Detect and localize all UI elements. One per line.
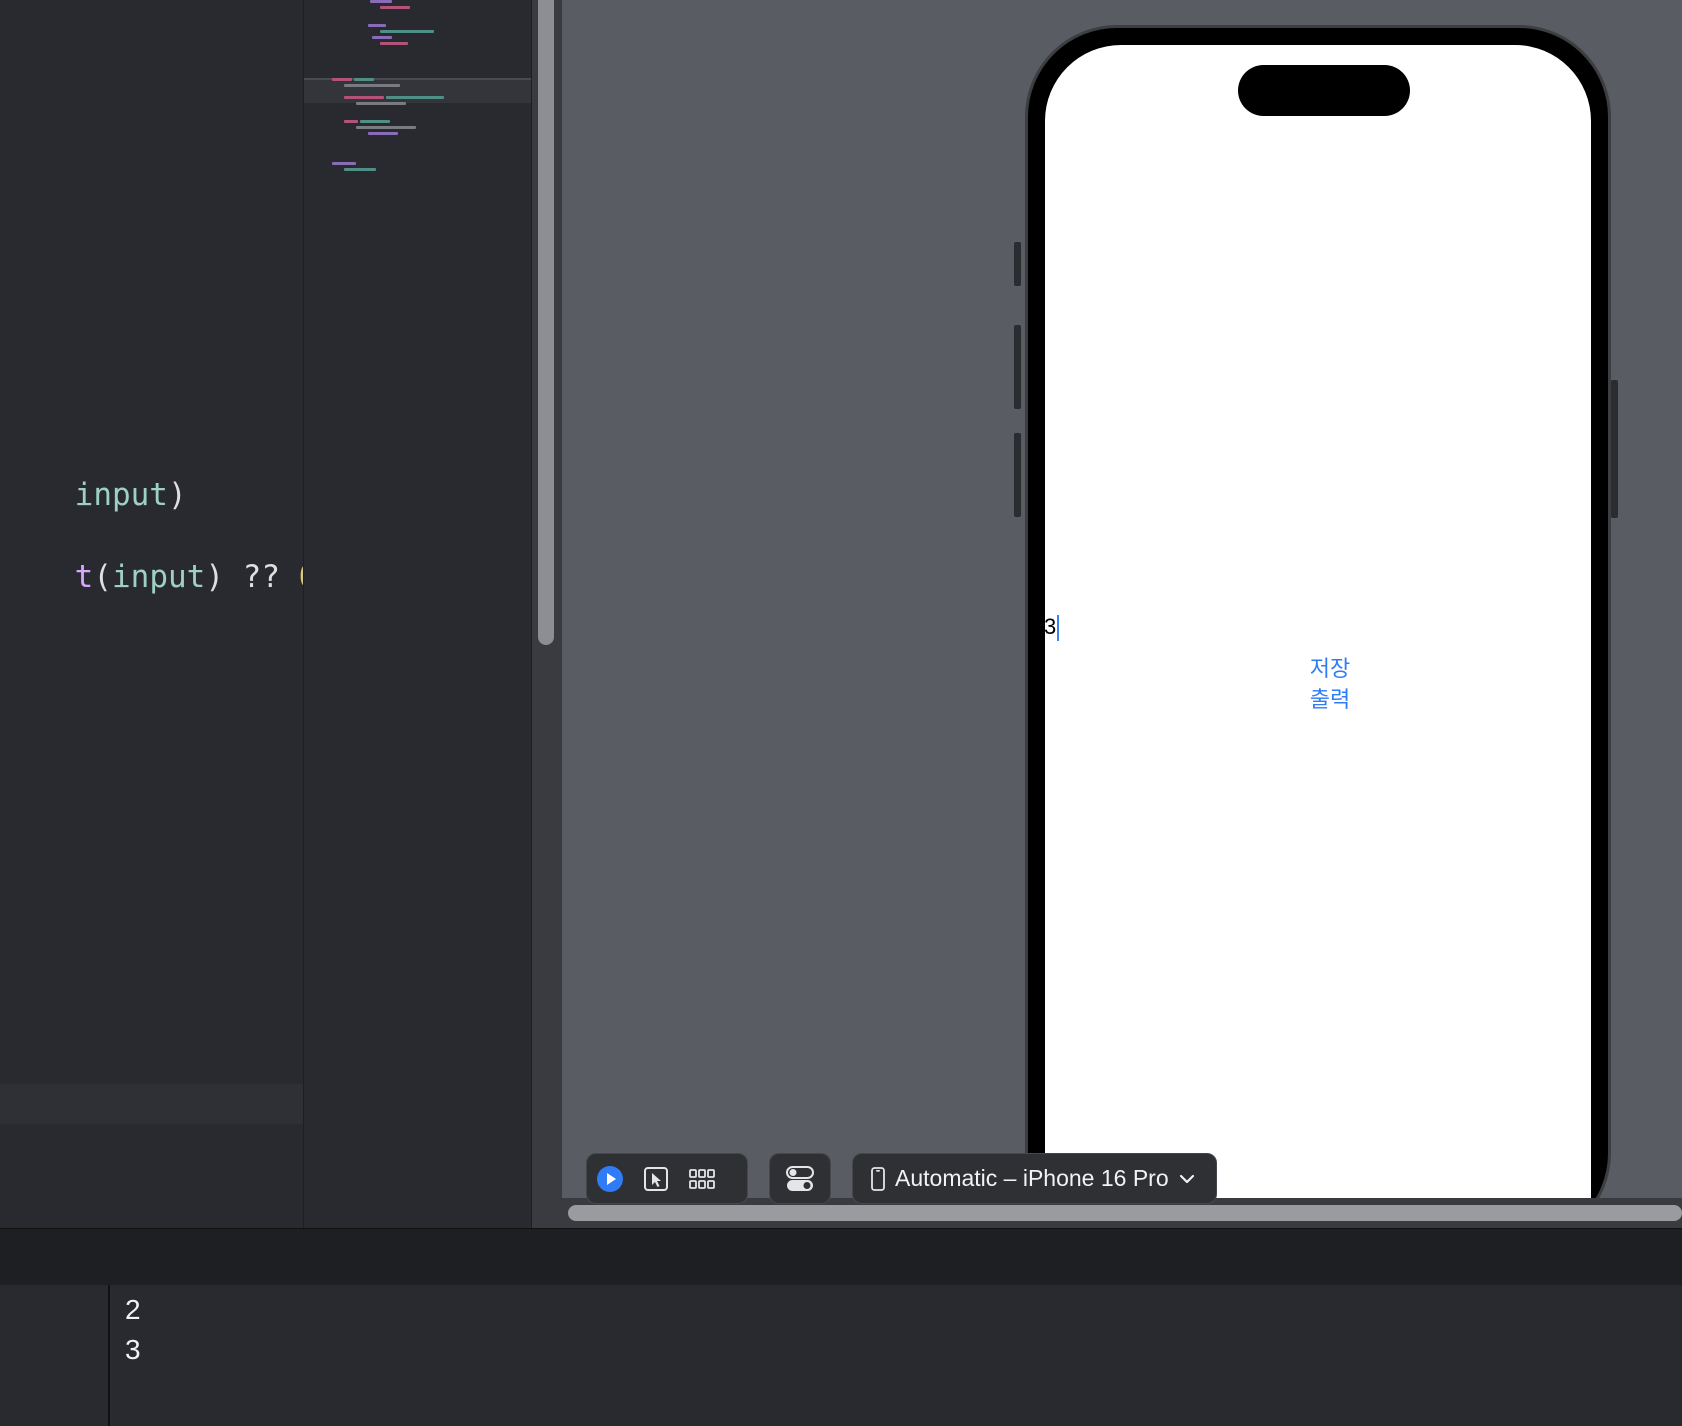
play-circle-icon bbox=[597, 1165, 623, 1192]
save-button[interactable]: 저장 bbox=[1300, 651, 1360, 683]
minimap-line bbox=[356, 126, 416, 129]
live-preview-button[interactable] bbox=[587, 1156, 633, 1202]
minimap-visible-region[interactable] bbox=[304, 78, 532, 103]
minimap-line bbox=[368, 132, 398, 135]
code-token-input: input bbox=[74, 477, 168, 513]
device-settings-button[interactable] bbox=[777, 1156, 823, 1202]
text-field-value: 3 bbox=[1044, 614, 1057, 639]
canvas-scrollbar-thumb[interactable] bbox=[568, 1205, 1682, 1221]
console-line: 2 bbox=[125, 1294, 141, 1325]
device-selector-label: Automatic – iPhone 16 Pro bbox=[895, 1165, 1169, 1191]
code-token-paren: ) bbox=[167, 477, 187, 513]
variants-button[interactable] bbox=[679, 1156, 725, 1202]
console-line: 3 bbox=[125, 1334, 141, 1365]
minimap-line bbox=[380, 30, 434, 33]
selectable-mode-button[interactable] bbox=[633, 1156, 679, 1202]
text-caret bbox=[1057, 615, 1060, 642]
editor-scrollbar-thumb[interactable] bbox=[538, 0, 554, 645]
device-selector[interactable]: Automatic – iPhone 16 Pro bbox=[852, 1153, 1217, 1204]
preview-mode-controls bbox=[586, 1153, 748, 1204]
code-token-func: t bbox=[74, 559, 94, 595]
toggle-settings-icon bbox=[786, 1165, 814, 1191]
code-line-2[interactable]: t(input) ?? 0) bbox=[0, 523, 336, 631]
minimap-line bbox=[360, 120, 390, 123]
minimap-line bbox=[344, 120, 358, 123]
phone-power-button bbox=[1611, 380, 1618, 518]
phone-action-button bbox=[1014, 242, 1021, 286]
iphone-frame bbox=[1025, 25, 1611, 1245]
code-editor[interactable]: input) t(input) ?? 0) bbox=[0, 0, 336, 1228]
minimap-line bbox=[344, 168, 376, 171]
iphone-screen[interactable] bbox=[1045, 45, 1591, 1242]
chevron-down-icon bbox=[1179, 1174, 1194, 1183]
code-token-open: ( bbox=[93, 559, 112, 595]
minimap-line bbox=[370, 0, 392, 3]
code-token-input: input bbox=[112, 559, 206, 595]
minimap-line bbox=[356, 102, 406, 105]
phone-volume-down-button bbox=[1014, 433, 1021, 517]
code-token-nil-coalesce: ) ?? bbox=[205, 559, 299, 595]
cursor-select-icon bbox=[644, 1166, 668, 1191]
current-line-highlight bbox=[0, 1084, 303, 1124]
minimap-line bbox=[386, 96, 444, 99]
minimap-line bbox=[372, 36, 392, 39]
debug-area-header bbox=[0, 1228, 1682, 1286]
variables-view[interactable] bbox=[0, 1285, 110, 1426]
minimap-line bbox=[344, 84, 400, 87]
console-output[interactable] bbox=[110, 1285, 1682, 1426]
number-text-field[interactable]: 3 bbox=[1044, 614, 1060, 642]
device-settings-group bbox=[769, 1153, 831, 1204]
grid-variants-icon bbox=[689, 1168, 715, 1189]
minimap[interactable] bbox=[303, 0, 532, 1228]
minimap-line bbox=[354, 78, 374, 81]
minimap-line bbox=[332, 162, 356, 165]
phone-volume-up-button bbox=[1014, 325, 1021, 409]
iphone-icon bbox=[871, 1166, 885, 1191]
minimap-line bbox=[368, 24, 386, 27]
minimap-line bbox=[380, 6, 410, 9]
minimap-line bbox=[344, 96, 384, 99]
minimap-line bbox=[332, 78, 352, 81]
dynamic-island bbox=[1238, 65, 1410, 116]
minimap-line bbox=[380, 42, 408, 45]
print-button[interactable]: 출력 bbox=[1300, 682, 1360, 714]
